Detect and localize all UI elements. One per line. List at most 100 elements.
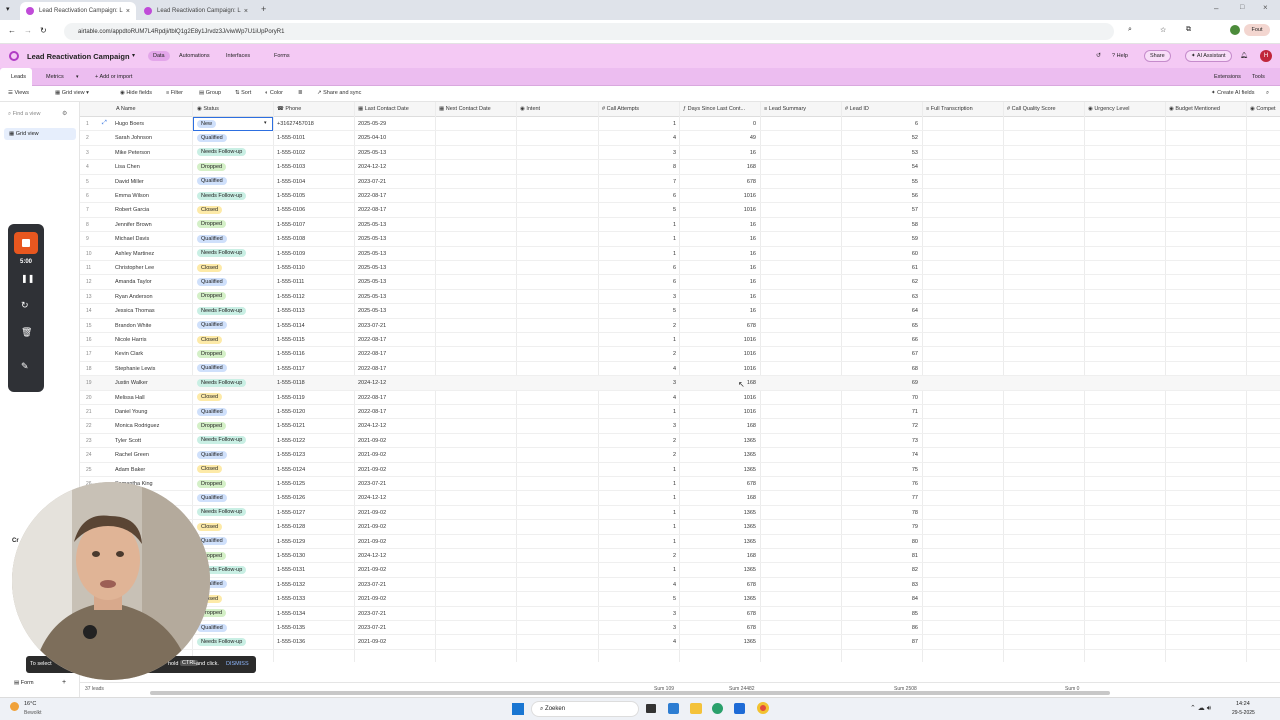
cell-lead-id[interactable]: 59 <box>842 236 918 242</box>
cell-phone[interactable]: 1-555-0110 <box>277 265 305 271</box>
cell-last-contact-date[interactable]: 2022-08-17 <box>358 337 386 343</box>
cell-phone[interactable]: 1-555-0114 <box>277 323 305 329</box>
row-number[interactable]: 1 <box>86 121 89 127</box>
cell-days-since[interactable]: 1016 <box>680 337 756 343</box>
table-row[interactable]: 33Qualified1-555-01322023-07-21467883 <box>80 578 1280 593</box>
chevron-down-icon[interactable]: ▾ <box>76 74 79 80</box>
cell-lead-id[interactable]: 87 <box>842 639 918 645</box>
cell-last-contact-date[interactable]: 2021-09-02 <box>358 639 386 645</box>
cell-last-contact-date[interactable]: 2023-07-21 <box>358 179 386 185</box>
cell-call-attempts[interactable]: 1 <box>600 409 676 415</box>
tab-interfaces[interactable]: Interfaces <box>226 53 250 59</box>
status-badge[interactable]: Closed <box>197 335 223 344</box>
dismiss-button[interactable]: DISMISS <box>226 661 249 667</box>
cell-days-since[interactable]: 0 <box>680 121 756 127</box>
cell-lead-id[interactable]: 61 <box>842 265 918 271</box>
cell-lead-id[interactable]: 6 <box>842 121 918 127</box>
profile-error-badge[interactable]: Fout <box>1244 24 1270 36</box>
cell-phone[interactable]: 1-555-0135 <box>277 625 305 631</box>
row-number[interactable]: 9 <box>86 236 89 242</box>
status-badge[interactable]: Closed <box>197 393 223 402</box>
status-badge[interactable]: Closed <box>197 263 223 272</box>
cell-lead-id[interactable]: 73 <box>842 438 918 444</box>
cell-call-attempts[interactable]: 2 <box>600 553 676 559</box>
table-row[interactable]: 20 Melissa Hall Closed 1-555-0119 2022-08-17… <box>80 391 1280 405</box>
status-badge[interactable]: Qualified <box>197 364 227 373</box>
status-badge[interactable]: Needs Follow-up <box>197 191 247 200</box>
cell-phone[interactable]: 1-555-0112 <box>277 294 305 300</box>
cell-last-contact-date[interactable]: 2021-09-02 <box>358 567 386 573</box>
table-row[interactable]: 12 Amanda Taylor Qualified 1-555-0111 2025-0… <box>80 275 1280 290</box>
table-row[interactable]: 1 Hugo Boers New +31627457018 2025-05-29 1 0 6 ⤢… <box>80 117 1280 132</box>
status-badge[interactable]: Dropped <box>197 220 227 229</box>
browser-menu-icon[interactable]: ▾ <box>6 5 10 13</box>
cell-phone[interactable]: 1-555-0102 <box>277 150 305 156</box>
cell-name[interactable]: Emma Wilson <box>115 193 149 199</box>
table-row[interactable]: 6 Emma Wilson Needs Follow-up 1-555-0105 202… <box>80 189 1280 204</box>
cell-lead-id[interactable]: 54 <box>842 164 918 170</box>
expand-record-icon[interactable]: ⤢ <box>102 120 107 127</box>
cell-days-since[interactable]: 1365 <box>680 539 756 545</box>
row-number[interactable]: 16 <box>86 337 92 343</box>
cell-call-attempts[interactable]: 4 <box>600 582 676 588</box>
table-row[interactable]: 29Closed1-555-01282021-09-021136579 <box>80 520 1280 535</box>
cell-last-contact-date[interactable]: 2025-05-13 <box>358 150 386 156</box>
cell-days-since[interactable]: 1365 <box>680 452 756 458</box>
cell-last-contact-date[interactable]: 2024-12-12 <box>358 380 386 386</box>
row-number[interactable]: 5 <box>86 179 89 185</box>
sidebar-settings-icon[interactable]: ⚙ <box>62 110 67 117</box>
cell-last-contact-date[interactable]: 2025-05-13 <box>358 294 386 300</box>
row-number[interactable]: 20 <box>86 395 92 401</box>
cell-call-attempts[interactable]: 1 <box>600 251 676 257</box>
cell-call-attempts[interactable]: 6 <box>600 193 676 199</box>
cell-phone[interactable]: 1-555-0134 <box>277 611 305 617</box>
cell-call-attempts[interactable]: 3 <box>600 423 676 429</box>
cell-lead-id[interactable]: 77 <box>842 495 918 501</box>
cell-name[interactable]: Adam Baker <box>115 467 145 473</box>
table-row[interactable]: 9 Michael Davis Qualified 1-555-0108 2025-05… <box>80 232 1280 247</box>
file-explorer-icon[interactable] <box>690 703 702 714</box>
add-form-icon[interactable]: + <box>62 679 66 686</box>
cell-days-since[interactable]: 678 <box>680 611 756 617</box>
status-badge[interactable]: Qualified <box>197 277 227 286</box>
cell-phone[interactable]: 1-555-0131 <box>277 567 305 573</box>
row-number[interactable]: 18 <box>86 366 92 372</box>
close-tab-icon[interactable]: × <box>126 8 130 15</box>
cell-last-contact-date[interactable]: 2021-09-02 <box>358 452 386 458</box>
create-ai-fields-button[interactable]: ✦ Create AI fields <box>1211 90 1254 96</box>
cell-days-since[interactable]: 678 <box>680 625 756 631</box>
table-row[interactable]: 36Qualified1-555-01352023-07-21367886 <box>80 621 1280 636</box>
restart-icon[interactable]: ↻ <box>21 300 29 311</box>
browser-tab-2[interactable]: Lead Reactivation Campaign: L × <box>138 2 254 20</box>
cell-name[interactable]: Melissa Hall <box>115 395 145 401</box>
cell-last-contact-date[interactable]: 2022-08-17 <box>358 193 386 199</box>
row-number[interactable]: 6 <box>86 193 89 199</box>
cell-name[interactable]: Ashley Martinez <box>115 251 154 257</box>
table-row[interactable]: 8 Jennifer Brown Dropped 1-555-0107 2025-05-… <box>80 218 1280 233</box>
cell-name[interactable]: Brandon White <box>115 323 151 329</box>
reload-icon[interactable]: ↻ <box>40 26 47 35</box>
cell-call-attempts[interactable]: 1 <box>600 510 676 516</box>
col-name[interactable]: A Name <box>116 106 136 112</box>
table-row[interactable]: 19 Justin Walker Needs Follow-up 1-555-0118… <box>80 376 1280 391</box>
cell-phone[interactable]: 1-555-0107 <box>277 222 305 228</box>
cell-lead-id[interactable]: 74 <box>842 452 918 458</box>
tab-data[interactable]: Data <box>148 51 170 61</box>
table-row[interactable]: 22 Monica Rodriguez Dropped 1-555-0121 2024-… <box>80 419 1280 434</box>
cell-call-attempts[interactable]: 3 <box>600 294 676 300</box>
table-row[interactable]: 4 Lisa Chen Dropped 1-555-0103 2024-12-12 8 16… <box>80 160 1280 175</box>
table-row[interactable]: 23 Tyler Scott Needs Follow-up 1-555-0122 20… <box>80 434 1280 449</box>
cell-phone[interactable]: 1-555-0126 <box>277 495 305 501</box>
taskbar-search[interactable]: ⌕ Zoeken <box>531 701 639 717</box>
cell-last-contact-date[interactable]: 2021-09-02 <box>358 524 386 530</box>
back-icon[interactable]: ← <box>8 26 16 35</box>
cell-days-since[interactable]: 1365 <box>680 639 756 645</box>
cell-call-attempts[interactable]: 5 <box>600 207 676 213</box>
cell-days-since[interactable]: 16 <box>680 279 756 285</box>
status-badge[interactable]: Dropped <box>197 421 227 430</box>
cell-last-contact-date[interactable]: 2023-07-21 <box>358 625 386 631</box>
cell-last-contact-date[interactable]: 2025-05-13 <box>358 308 386 314</box>
tab-automations[interactable]: Automations <box>179 53 210 59</box>
cell-last-contact-date[interactable]: 2025-04-10 <box>358 135 386 141</box>
cell-phone[interactable]: 1-555-0103 <box>277 164 305 170</box>
